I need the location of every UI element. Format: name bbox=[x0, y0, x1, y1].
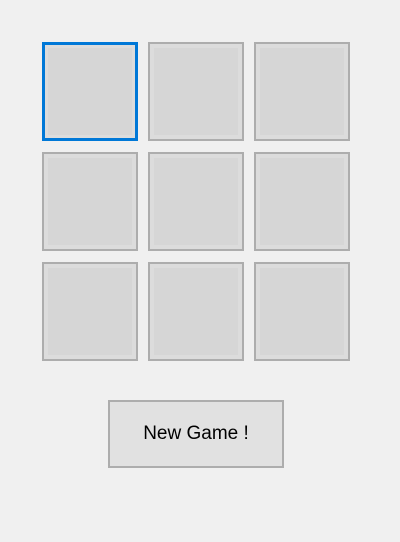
board-cell-6[interactable] bbox=[254, 152, 350, 251]
cell-mark bbox=[256, 44, 348, 139]
tic-tac-toe-board bbox=[42, 42, 350, 362]
cell-mark bbox=[45, 45, 135, 138]
cell-mark bbox=[256, 154, 348, 249]
board-cell-3[interactable] bbox=[254, 42, 350, 141]
cell-mark bbox=[150, 154, 242, 249]
new-game-button[interactable]: New Game ! bbox=[108, 400, 284, 468]
cell-mark bbox=[44, 264, 136, 359]
cell-mark bbox=[150, 264, 242, 359]
board-cell-8[interactable] bbox=[148, 262, 244, 361]
cell-mark bbox=[150, 44, 242, 139]
board-cell-7[interactable] bbox=[42, 262, 138, 361]
board-cell-2[interactable] bbox=[148, 42, 244, 141]
board-cell-9[interactable] bbox=[254, 262, 350, 361]
game-window: New Game ! bbox=[0, 0, 400, 542]
board-cell-4[interactable] bbox=[42, 152, 138, 251]
cell-mark bbox=[44, 154, 136, 249]
board-cell-1[interactable] bbox=[42, 42, 138, 141]
cell-mark bbox=[256, 264, 348, 359]
board-cell-5[interactable] bbox=[148, 152, 244, 251]
